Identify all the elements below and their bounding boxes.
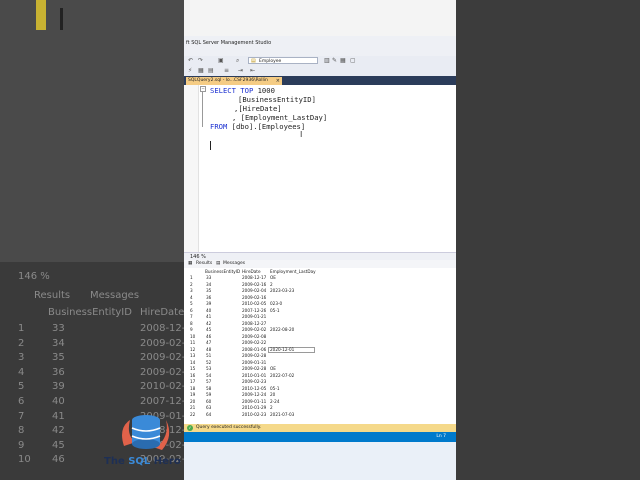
- text-caret: [210, 141, 211, 150]
- keyword-from: FROM: [210, 122, 228, 131]
- blurred-right-panel: [456, 0, 640, 480]
- application-status-bar: Ln 7: [184, 432, 456, 442]
- blurred-cell: 2: [18, 337, 25, 349]
- comment-icon[interactable]: ≡: [224, 67, 229, 74]
- blurred-zoom: 146 %: [18, 271, 50, 282]
- fold-line: [202, 89, 203, 127]
- blurred-cell: 40: [52, 396, 65, 407]
- toolbox-icon[interactable]: ▦: [340, 57, 346, 64]
- top-count: 1000: [253, 86, 275, 95]
- blurred-cell: 2009-02-: [140, 352, 186, 364]
- code-line-2: [BusinessEntityID]: [238, 95, 316, 104]
- top-blank-area: [184, 0, 456, 36]
- blurred-cell: 33: [52, 323, 65, 334]
- code-line-5: FROM [dbo].[Employees]: [210, 122, 305, 131]
- blurred-cell: 46: [52, 454, 65, 466]
- blurred-cell: 45: [52, 439, 65, 451]
- blurred-cell: 42: [52, 425, 65, 437]
- indent-icon[interactable]: ⇥: [238, 67, 243, 74]
- debug-icon[interactable]: ▣: [218, 57, 224, 64]
- blurred-cell: 3: [18, 352, 25, 364]
- document-tabstrip: SQLQuery2.sql - lo...CSF2936\Rollin (55)…: [184, 76, 456, 91]
- table-name: [dbo].[Employees]: [227, 122, 306, 131]
- table-row[interactable]: 22 64 2010-02-23 2021-07-03: [184, 412, 456, 419]
- outdent-icon[interactable]: ⇤: [250, 67, 255, 74]
- database-select-value: Employee: [259, 59, 282, 64]
- messages-icon: ▤: [216, 261, 221, 266]
- blurred-cell: 5: [18, 381, 25, 393]
- results-icon[interactable]: ▤: [208, 67, 214, 74]
- blurred-cell: 6: [18, 396, 25, 407]
- lower-area: [184, 442, 456, 480]
- database-select[interactable]: ▤ Employee: [248, 57, 318, 64]
- blurred-cell: 10: [18, 454, 31, 466]
- blurred-cell: 9: [18, 439, 25, 451]
- keyword-select: SELECT TOP: [210, 86, 254, 95]
- column-header-employment-lastday[interactable]: Employment_LastDay: [270, 269, 316, 274]
- ibeam-cursor-icon: I: [300, 130, 303, 139]
- sql-hero-logo: [122, 415, 170, 450]
- blurred-cell: 7: [18, 410, 25, 422]
- code-line-4: , [Employment_LastDay]: [232, 113, 328, 122]
- results-grid-icon: ▦: [188, 261, 193, 266]
- blurred-highlight: [36, 0, 46, 30]
- wrench-icon[interactable]: ✎: [332, 57, 337, 64]
- table-cell[interactable]: 2010-02-23: [242, 412, 266, 419]
- blurred-messages-tab: Messages: [90, 290, 140, 301]
- code-line-3: ,[HireDate]: [234, 104, 282, 113]
- blurred-results-tab: Results: [34, 290, 71, 301]
- column-header-hiredate[interactable]: HireDate: [242, 269, 261, 274]
- window-title: ft SQL Server Management Studio: [184, 36, 456, 50]
- status-message: Query executed successfully.: [196, 425, 262, 430]
- blurred-col2: HireDate: [140, 307, 185, 318]
- brand-name: The SQL Hero: [104, 456, 181, 467]
- blurred-cell: 35: [52, 352, 65, 364]
- connect-icon[interactable]: ⚡: [188, 67, 192, 74]
- results-grid[interactable]: BusinessEntityID HireDate Employment_Las…: [184, 268, 456, 424]
- tab-sqlquery2[interactable]: SQLQuery2.sql - lo...CSF2936\Rollin (55)…: [186, 77, 282, 91]
- undo-icon[interactable]: ↶: [188, 57, 193, 64]
- column-header-businessentityid[interactable]: BusinessEntityID: [205, 269, 240, 274]
- table-cell[interactable]: 64: [206, 412, 211, 419]
- blurred-cell: 8: [18, 425, 25, 437]
- window-icon[interactable]: ▢: [350, 57, 356, 64]
- code-line-1: SELECT TOP 1000: [210, 86, 275, 95]
- search-icon[interactable]: ⌕: [236, 57, 239, 65]
- blurred-cell: 41: [52, 410, 65, 422]
- blurred-cell: 4: [18, 366, 25, 378]
- line-indicator: Ln 7: [436, 434, 446, 439]
- blurred-cell: 2010-02-: [140, 381, 186, 393]
- editor-gutter: [184, 85, 199, 252]
- blurred-cell: 2007-12-: [140, 396, 186, 407]
- close-icon[interactable]: ×: [276, 77, 280, 85]
- collapse-icon[interactable]: −: [200, 86, 206, 92]
- ssms-window: ft SQL Server Management Studio ↶ ↷ ▣ ⌕ …: [184, 0, 456, 480]
- table-cell[interactable]: 2021-07-03: [270, 412, 294, 419]
- blurred-cell: 36: [52, 366, 65, 378]
- blurred-cell: 1: [18, 323, 25, 334]
- database-icon: ▤: [251, 58, 256, 64]
- tab-results[interactable]: Results: [196, 260, 212, 268]
- properties-icon[interactable]: ▥: [324, 57, 330, 64]
- blurred-cell: 2009-02-: [140, 337, 186, 349]
- blurred-cell: 39: [52, 381, 65, 393]
- blurred-caret: [60, 8, 63, 30]
- logo-db-bottom: [132, 439, 160, 449]
- blurred-cell: 34: [52, 337, 65, 349]
- grid-icon[interactable]: ▦: [198, 67, 204, 74]
- redo-icon[interactable]: ↷: [198, 57, 203, 64]
- query-editor[interactable]: − SELECT TOP 1000 [BusinessEntityID] ,[H…: [184, 85, 456, 252]
- query-status-bar: ✓ Query executed successfully.: [184, 424, 456, 432]
- toolbar-top: ↶ ↷ ▣ ⌕ ▤ Employee ▥ ✎ ▦ ▢: [184, 56, 456, 66]
- tab-messages[interactable]: Messages: [223, 260, 245, 268]
- blurred-col1: BusinessEntityID: [48, 307, 132, 318]
- blurred-cell: 2009-02-: [140, 366, 186, 378]
